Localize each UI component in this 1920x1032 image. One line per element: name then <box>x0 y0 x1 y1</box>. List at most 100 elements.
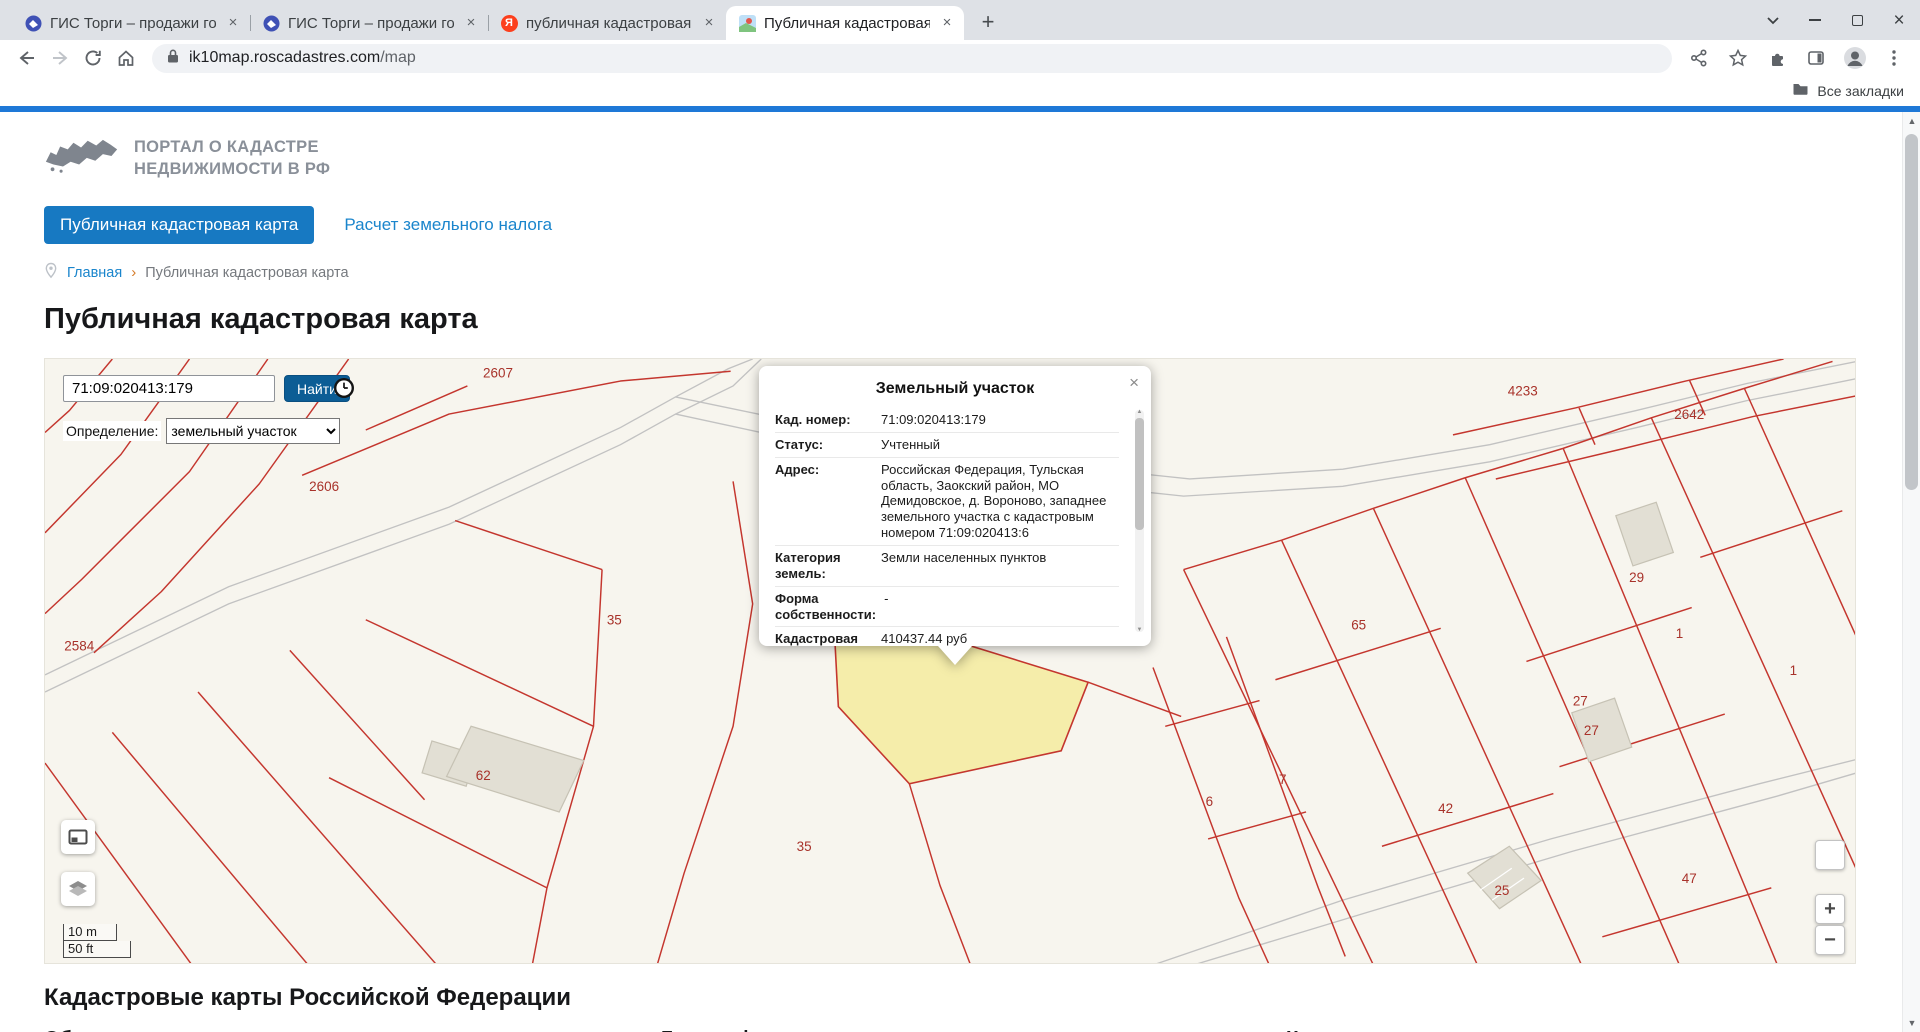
parcel-label: 27 <box>1584 723 1599 738</box>
browser-tab-1[interactable]: ГИС Торги – продажи госуд × <box>12 6 250 40</box>
cadastral-map[interactable]: 2607 2606 2584 35 62 35 65 29 27 27 25 4… <box>44 358 1856 964</box>
popup-row: Кадастровая стоимость:410437.44 руб <box>775 627 1119 646</box>
breadcrumb-separator: › <box>131 264 137 281</box>
tab-close-icon[interactable]: × <box>462 14 480 32</box>
bookmarks-bar: Все закладки <box>0 76 1920 106</box>
footer-title: Кадастровые карты Российской Федерации <box>44 984 571 1011</box>
popup-scrollbar[interactable]: ▲ ▼ <box>1135 409 1144 633</box>
browser-tab-3[interactable]: Я публичная кадастровая ка × <box>488 6 726 40</box>
parcel-label: 42 <box>1438 801 1453 816</box>
page-scrollbar-thumb[interactable] <box>1905 134 1918 490</box>
loading-clock-icon <box>333 377 355 404</box>
popup-close-icon[interactable]: × <box>1129 374 1139 391</box>
tab-land-tax-calc[interactable]: Расчет земельного налога <box>344 215 552 235</box>
parcel-label: 1 <box>1676 626 1683 641</box>
popup-row: Адрес: Российская Федерация, Тульская обл… <box>775 458 1119 547</box>
zoom-out-button[interactable]: − <box>1815 925 1845 955</box>
definition-label: Определение: <box>63 421 162 441</box>
logo-line1: ПОРТАЛ О КАДАСТРЕ <box>134 137 319 156</box>
popup-scrollbar-thumb[interactable] <box>1135 418 1144 530</box>
tab-close-icon[interactable]: × <box>224 14 242 32</box>
parcel-label: 29 <box>1629 570 1644 585</box>
close-window-button[interactable]: × <box>1878 0 1920 40</box>
home-button[interactable] <box>109 42 142 75</box>
gis-torgi-favicon <box>24 14 42 32</box>
parcel-label: 6 <box>1206 794 1213 809</box>
tab-close-icon[interactable]: × <box>938 14 956 32</box>
scale-control: 10 m 50 ft <box>63 924 131 958</box>
browser-toolbar: ik10map.roscadastres.com/map <box>0 40 1920 76</box>
all-bookmarks-button[interactable]: Все закладки <box>1817 83 1904 99</box>
address-bar[interactable]: ik10map.roscadastres.com/map <box>152 43 1672 73</box>
popup-row: Кад. номер: 71:09:020413:179 <box>775 408 1119 433</box>
parcel-label: 65 <box>1351 618 1366 633</box>
lock-icon <box>166 48 180 69</box>
url-host: ik10map.roscadastres.com <box>189 49 381 66</box>
footer-col-federal-cities[interactable]: Города федерального значения <box>661 1028 1286 1032</box>
scroll-up-icon[interactable]: ▲ <box>1135 409 1144 415</box>
tab-title: Публичная кадастровая ка <box>764 14 930 32</box>
parcel-label: 27 <box>1573 693 1588 708</box>
page-content: ПОРТАЛ О КАДАСТРЕ НЕДВИЖИМОСТИ В РФ Публ… <box>0 112 1902 1032</box>
map-extra-button[interactable] <box>1815 840 1845 870</box>
scale-imperial: 50 ft <box>63 941 131 958</box>
new-tab-button[interactable]: + <box>972 6 1004 38</box>
tab-search-chevron-icon[interactable] <box>1752 0 1794 40</box>
menu-icon[interactable] <box>1877 42 1910 75</box>
map-favicon <box>738 14 756 32</box>
cadastral-search-input[interactable] <box>63 375 275 402</box>
definition-select[interactable]: земельный участок <box>166 418 341 444</box>
forward-button[interactable] <box>43 42 76 75</box>
gis-torgi-favicon <box>262 14 280 32</box>
footer-col-regions[interactable]: Области <box>44 1028 661 1032</box>
popup-row: Форма собственности: - <box>775 587 1119 628</box>
scroll-down-icon[interactable]: ▼ <box>1135 627 1144 633</box>
scroll-down-icon[interactable]: ▼ <box>1903 1018 1920 1028</box>
extent-button[interactable] <box>61 820 95 854</box>
breadcrumb-home-link[interactable]: Главная <box>67 265 122 281</box>
browser-tab-4-active[interactable]: Публичная кадастровая ка × <box>726 6 964 40</box>
parcel-popup: Земельный участок × Кад. номер: 71:09:020… <box>759 366 1151 665</box>
parcel-label: 35 <box>607 613 622 628</box>
popup-pointer <box>938 646 972 665</box>
share-icon[interactable] <box>1682 42 1715 75</box>
parcel-label: 7 <box>1279 772 1286 787</box>
footer-columns: Области Города федерального значения Кра… <box>44 1028 1902 1032</box>
site-nav: Публичная кадастровая карта Расчет земел… <box>44 206 1902 244</box>
parcel-label: 35 <box>797 839 812 854</box>
breadcrumb: Главная › Публичная кадастровая карта <box>44 262 1902 283</box>
zoom-in-button[interactable]: + <box>1815 894 1845 924</box>
bookmark-star-icon[interactable] <box>1721 42 1754 75</box>
tab-public-cadastral-map[interactable]: Публичная кадастровая карта <box>44 206 315 244</box>
parcel-label: 2584 <box>64 638 94 653</box>
maximize-button[interactable] <box>1836 0 1878 40</box>
extensions-icon[interactable] <box>1760 42 1793 75</box>
tab-close-icon[interactable]: × <box>700 14 718 32</box>
tab-title: публичная кадастровая ка <box>526 14 692 32</box>
url-path: /map <box>380 49 416 66</box>
back-button[interactable] <box>10 42 43 75</box>
map-pin-icon <box>44 262 58 283</box>
toolbar-right-icons <box>1682 42 1910 75</box>
footer-col-krais[interactable]: Края <box>1286 1028 1333 1032</box>
parcel-label: 2606 <box>309 479 339 494</box>
tab-title: ГИС Торги – продажи госуд <box>50 14 216 32</box>
browser-tab-2[interactable]: ГИС Торги – продажи госуд × <box>250 6 488 40</box>
parcel-label: 62 <box>476 768 491 783</box>
scale-metric: 10 m <box>63 924 117 941</box>
parcel-label: 2607 <box>483 365 513 380</box>
parcel-label: 2642 <box>1674 407 1704 422</box>
browser-tab-strip: ГИС Торги – продажи госуд × ГИС Торги – … <box>0 0 1920 40</box>
reload-button[interactable] <box>76 42 109 75</box>
side-panel-icon[interactable] <box>1799 42 1832 75</box>
browser-chrome: ГИС Торги – продажи госуд × ГИС Торги – … <box>0 0 1920 112</box>
scroll-up-icon[interactable]: ▲ <box>1903 116 1920 126</box>
minimize-button[interactable] <box>1794 0 1836 40</box>
page-scrollbar[interactable]: ▲ ▼ <box>1902 112 1920 1032</box>
layers-button[interactable] <box>61 872 95 906</box>
breadcrumb-current: Публичная кадастровая карта <box>145 264 349 281</box>
parcel-label: 1 <box>1790 663 1797 678</box>
parcel-label: 47 <box>1682 871 1697 886</box>
logo-line2: НЕДВИЖИМОСТИ В РФ <box>134 160 331 178</box>
profile-avatar[interactable] <box>1838 42 1871 75</box>
